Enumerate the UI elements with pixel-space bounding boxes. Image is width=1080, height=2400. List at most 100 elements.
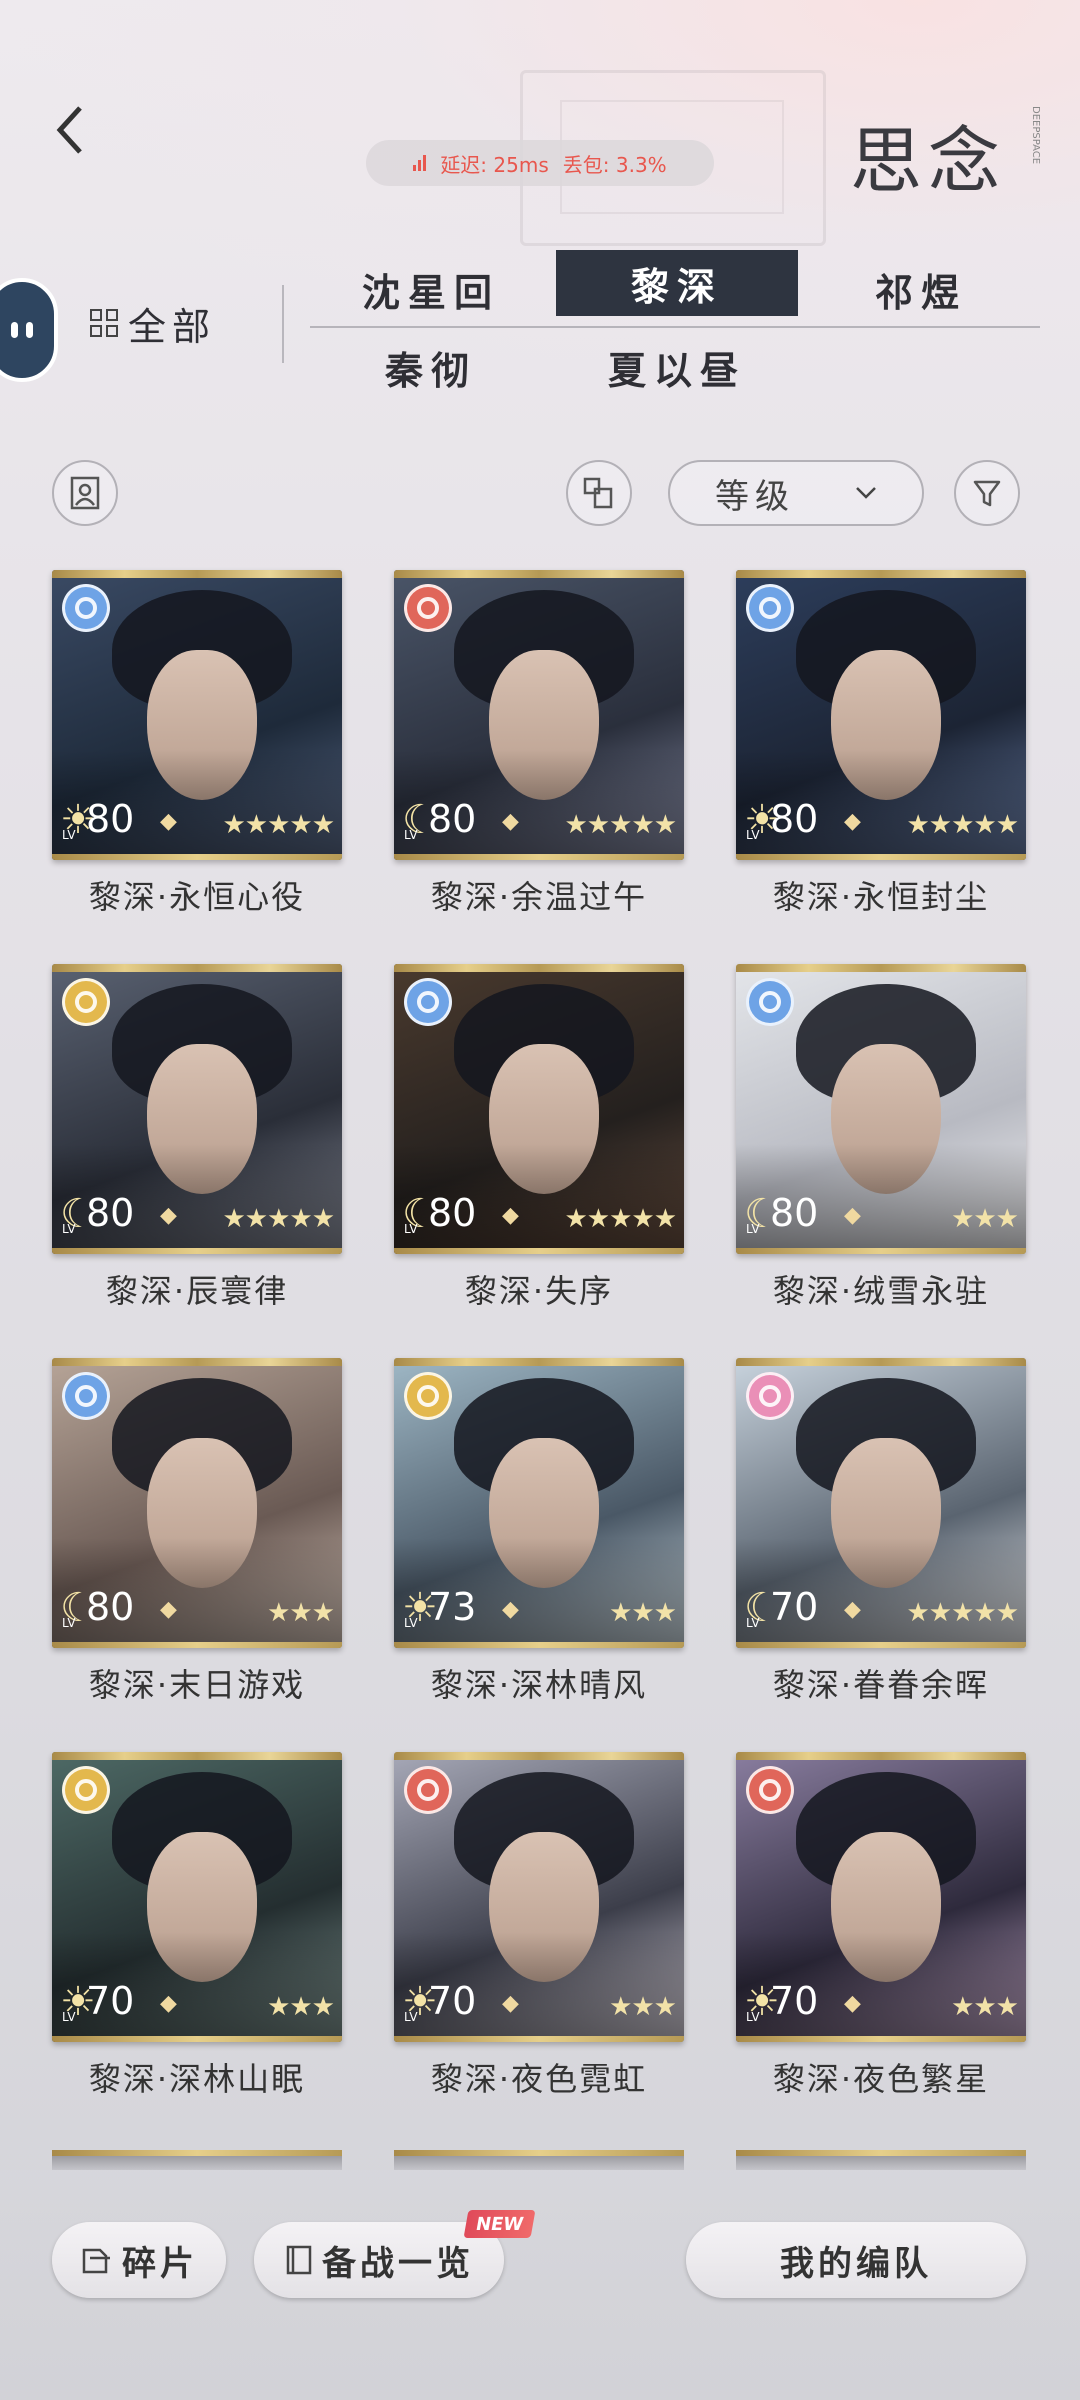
star-rating: ★★★ [609,1598,677,1628]
card-frame-top [736,1752,1026,1760]
card-frame-top [52,1752,342,1760]
element-icon [746,584,794,632]
rarity-gem-icon: ◆ [160,1597,177,1622]
my-team-button[interactable]: 我的编队 [686,2222,1026,2298]
level-prefix: LV [746,1616,760,1630]
card-name: 黎深·末日游戏 [88,1666,306,1704]
tab-character-2-active[interactable]: 黎深 [556,250,798,316]
packet-loss: 丢包: 3.3% [562,152,667,177]
tab-character-4[interactable]: 秦彻 [310,334,552,400]
layout-switch-icon [583,477,613,509]
card-frame-bottom [736,854,1026,860]
assistant-avatar-button[interactable] [0,278,58,382]
tab-character-3[interactable]: 祁煜 [800,256,1042,322]
card-name: 黎深·辰寰律 [105,1272,289,1310]
rarity-gem-icon: ◆ [844,1203,861,1228]
filter-button[interactable] [954,460,1020,526]
card-name: 黎深·深林山眠 [88,2060,306,2098]
card-frame-bottom [736,1248,1026,1254]
card-name: 黎深·眷眷余晖 [772,1666,990,1704]
memory-card[interactable]: ☾ LV 80 ◆ ★★★★★ [394,570,684,860]
rarity-gem-icon: ◆ [844,809,861,834]
new-badge-label: NEW [474,2213,526,2235]
star-rating: ★★★★★ [222,810,335,840]
grid-icon [90,309,118,337]
card-level: 70 [428,1979,477,2023]
element-icon [62,584,110,632]
card-partial [736,2150,1026,2170]
sort-select[interactable]: 等级 [668,460,924,526]
card-name: 黎深·永恒封尘 [772,878,990,916]
memory-card[interactable]: ☀ LV 73 ◆ ★★★ [394,1358,684,1648]
sub-brand: DEEPSPACE [1030,106,1041,165]
portrait-view-button[interactable] [52,460,118,526]
memory-card[interactable]: ☀ LV 70 ◆ ★★★ [52,1752,342,2042]
rarity-gem-icon: ◆ [502,809,519,834]
chevron-left-icon [56,106,82,154]
star-rating: ★★★★★ [564,1204,677,1234]
card-frame-top [736,570,1026,578]
card-level: 80 [428,797,477,841]
card-frame-top [394,964,684,972]
book-icon [286,2245,312,2275]
rarity-gem-icon: ◆ [844,1597,861,1622]
memory-card[interactable]: ☾ LV 80 ◆ ★★★ [52,1358,342,1648]
rarity-gem-icon: ◆ [160,1203,177,1228]
card-name: 黎深·绒雪永驻 [772,1272,990,1310]
star-rating: ★★★★★ [906,810,1019,840]
element-icon [746,1372,794,1420]
card-partial [52,2150,342,2170]
memory-card[interactable]: ☀ LV 70 ◆ ★★★ [736,1752,1026,2042]
memory-card[interactable]: ☀ LV 70 ◆ ★★★ [394,1752,684,2042]
element-icon [746,1766,794,1814]
rarity-gem-icon: ◆ [160,1991,177,2016]
card-level: 80 [428,1191,477,1235]
battle-prep-label: 备战一览 [322,2243,474,2284]
portrait-icon [70,476,100,510]
card-level: 80 [86,1191,135,1235]
level-prefix: LV [404,2010,418,2024]
memory-card[interactable]: ☀ LV 80 ◆ ★★★★★ [736,570,1026,860]
memory-card[interactable]: ☾ LV 80 ◆ ★★★★★ [52,964,342,1254]
back-button[interactable] [40,95,100,165]
card-frame-top [394,1752,684,1760]
star-rating: ★★★★★ [564,810,677,840]
card-frame-bottom [52,1642,342,1648]
card-name: 黎深·夜色霓虹 [430,2060,648,2098]
star-rating: ★★★★★ [906,1598,1019,1628]
element-icon [746,978,794,1026]
card-level: 80 [86,797,135,841]
memory-card[interactable]: ☾ LV 70 ◆ ★★★★★ [736,1358,1026,1648]
card-level: 70 [770,1585,819,1629]
signal-icon [413,155,427,171]
layout-toggle-button[interactable] [566,460,632,526]
tab-character-1[interactable]: 沈星回 [310,256,552,322]
memory-card[interactable]: ☾ LV 80 ◆ ★★★ [736,964,1026,1254]
memory-card[interactable]: ☾ LV 80 ◆ ★★★★★ [394,964,684,1254]
tab-label: 秦彻 [384,347,477,393]
card-name: 黎深·夜色繁星 [772,2060,990,2098]
card-frame-top [736,1358,1026,1366]
filter-all-label: 全部 [128,304,217,349]
rarity-gem-icon: ◆ [502,1991,519,2016]
star-rating: ★★★ [267,1992,335,2022]
card-level: 70 [770,1979,819,2023]
latency-delay: 延迟: 25ms [440,152,549,177]
card-level: 80 [770,797,819,841]
card-frame-bottom [52,1248,342,1254]
fragments-button[interactable]: 碎片 [52,2222,226,2298]
level-prefix: LV [404,1222,418,1236]
filter-all-button[interactable]: 全部 [90,295,216,351]
tab-character-5[interactable]: 夏以昼 [556,334,798,400]
filter-funnel-icon [973,480,1001,507]
card-frame-bottom [736,2036,1026,2042]
memory-card[interactable]: ☀ LV 80 ◆ ★★★★★ [52,570,342,860]
star-rating: ★★★ [951,1204,1019,1234]
level-prefix: LV [62,2010,76,2024]
level-prefix: LV [404,1616,418,1630]
element-icon [62,1766,110,1814]
tab-label: 沈星回 [361,269,500,315]
chevron-down-icon [856,487,876,499]
card-frame-bottom [736,1642,1026,1648]
tab-label: 黎深 [630,263,723,309]
